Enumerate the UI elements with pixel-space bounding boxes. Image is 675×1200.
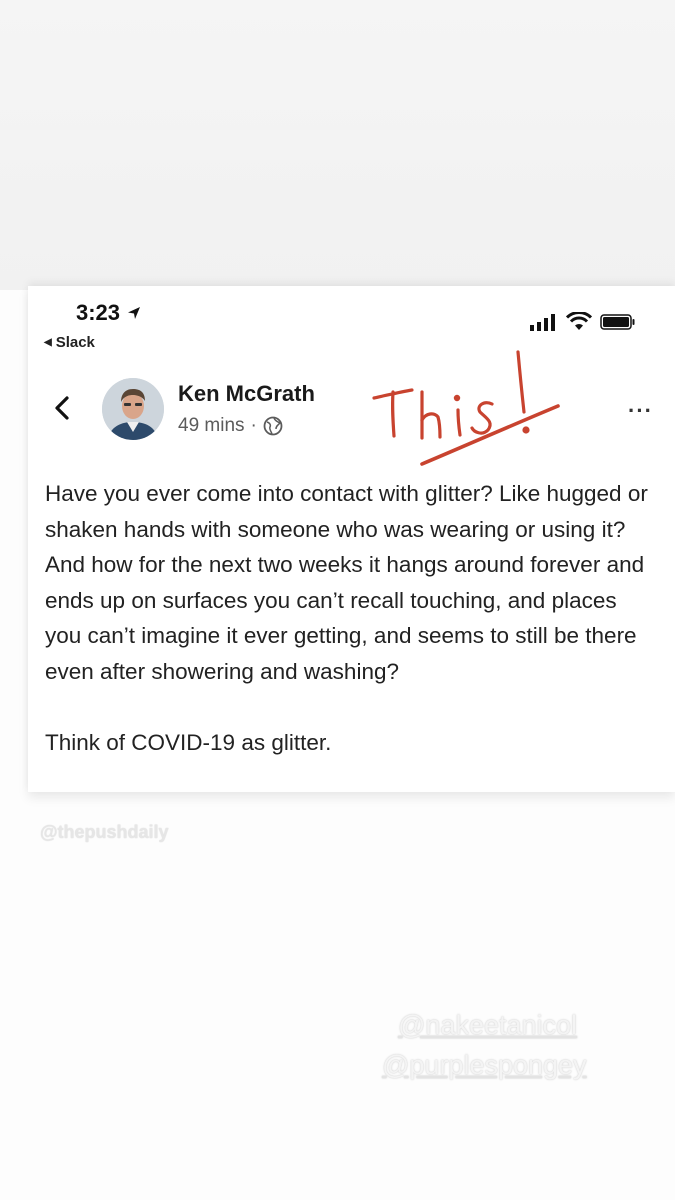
battery-icon — [600, 314, 635, 330]
avatar[interactable] — [102, 378, 164, 440]
chevron-left-icon[interactable] — [52, 394, 72, 422]
handwritten-this-annotation — [372, 350, 560, 466]
status-time: 3:23 — [76, 300, 142, 326]
handle-watermark: @nakeetanicol — [398, 1010, 578, 1040]
handle-watermark: @purplespongey — [382, 1050, 587, 1080]
post-body: Have you ever come into contact with gli… — [45, 476, 655, 761]
location-arrow-icon — [128, 307, 141, 319]
status-time-label: 3:23 — [76, 300, 121, 325]
post-paragraph: Have you ever come into contact with gli… — [45, 481, 648, 684]
source-watermark: @thepushdaily — [40, 822, 169, 842]
wifi-icon — [566, 312, 592, 330]
post-time: 49 mins — [178, 415, 245, 436]
avatar-photo — [102, 378, 164, 440]
post-paragraph: Think of COVID-19 as glitter. — [45, 730, 332, 755]
back-to-app-button[interactable]: ◀ Slack — [44, 334, 95, 351]
meta-separator: · — [250, 415, 257, 436]
status-icons — [530, 312, 636, 332]
globe-icon — [263, 416, 283, 436]
back-app-label: Slack — [55, 334, 95, 351]
signal-icon — [530, 314, 555, 331]
more-options-button[interactable]: ··· — [628, 398, 653, 424]
story-background: 3:23 ◀ Slack Ken McGrath 49 mins · ··· H… — [0, 0, 675, 1200]
post-meta: 49 mins · — [178, 415, 283, 437]
top-blank-area — [0, 0, 675, 290]
author-name[interactable]: Ken McGrath — [178, 381, 315, 407]
back-triangle-icon: ◀ — [44, 337, 52, 348]
